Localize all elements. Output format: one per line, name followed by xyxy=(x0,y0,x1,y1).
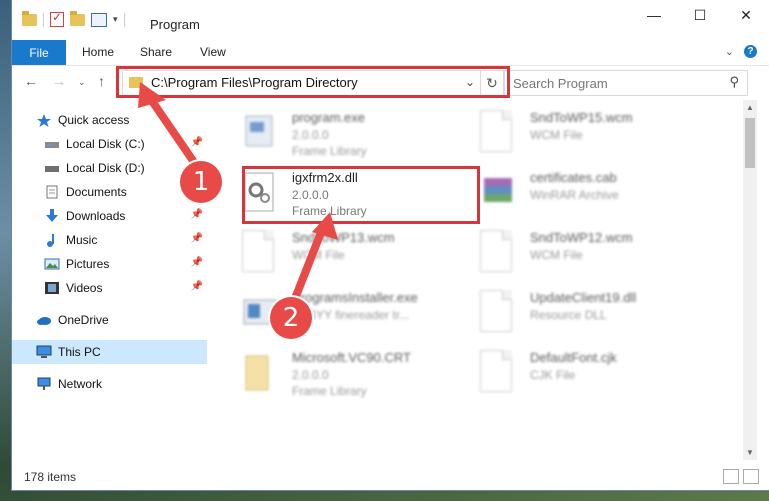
toolbar-separator xyxy=(43,12,44,27)
sidebar-item-pictures[interactable]: Pictures 📌 xyxy=(12,252,207,276)
step-one-badge: 1 xyxy=(180,161,222,203)
file-item[interactable]: SndToWP13.wcm WCM File xyxy=(238,224,473,282)
document-icon xyxy=(480,290,516,334)
document-icon xyxy=(242,230,278,274)
properties-check-icon[interactable] xyxy=(50,10,64,27)
sidebar-item-this-pc[interactable]: This PC xyxy=(12,340,207,364)
search-icon[interactable]: ⚲ xyxy=(729,74,739,90)
new-folder-icon[interactable] xyxy=(70,10,85,26)
scroll-thumb[interactable] xyxy=(745,118,755,168)
document-icon xyxy=(480,110,516,154)
file-item[interactable]: UpdateClient19.dll Resource DLL xyxy=(476,284,711,342)
sidebar-item-downloads[interactable]: Downloads 📌 xyxy=(12,204,207,228)
sidebar-item-music[interactable]: Music 📌 xyxy=(12,228,207,252)
recent-chevron-icon[interactable]: ⌄ xyxy=(78,77,86,88)
file-item[interactable]: certificates.cab WinRAR Archive xyxy=(476,164,711,222)
toolbar-separator xyxy=(123,12,125,27)
back-arrow-icon[interactable]: ← xyxy=(24,73,38,89)
pin-icon[interactable]: 📌 xyxy=(191,257,203,268)
sidebar-item-network[interactable]: Network xyxy=(12,372,207,396)
step-two-badge: 2 xyxy=(270,297,312,339)
star-icon xyxy=(36,113,52,127)
chevron-down-icon[interactable]: ▾ xyxy=(113,14,118,25)
file-item[interactable]: DefaultFont.cjk CJK File xyxy=(476,344,711,402)
cloud-icon xyxy=(36,313,52,327)
pin-icon[interactable]: 📌 xyxy=(191,137,203,148)
file-list: program.exe 2.0.0.0 Frame Library SndToW… xyxy=(208,100,743,460)
file-item[interactable]: SndToWP12.wcm WCM File xyxy=(476,224,711,282)
pictures-icon xyxy=(44,257,60,271)
ribbon-tabs: File Home Share View ⌄ ? xyxy=(12,40,769,66)
drive-icon xyxy=(44,137,60,151)
forward-arrow-icon[interactable]: → xyxy=(52,73,66,89)
minimize-button[interactable]: — xyxy=(631,0,677,30)
title-bar: ▾ Program — ☐ ✕ xyxy=(12,0,769,38)
drive-icon xyxy=(44,161,60,175)
status-bar: 178 items xyxy=(12,465,769,489)
videos-icon xyxy=(44,281,60,295)
details-view-icon[interactable] xyxy=(723,469,739,484)
sidebar-item-documents[interactable]: Documents 📌 xyxy=(12,180,207,204)
network-icon xyxy=(36,377,52,391)
pin-icon[interactable]: 📌 xyxy=(191,281,203,292)
sidebar-item-videos[interactable]: Videos 📌 xyxy=(12,276,207,300)
window-controls: — ☐ ✕ xyxy=(631,0,769,30)
close-button[interactable]: ✕ xyxy=(723,0,769,30)
document-icon xyxy=(480,230,516,274)
ribbon-right-controls: ⌄ ? xyxy=(725,45,757,58)
file-item[interactable]: program.exe 2.0.0.0 Frame Library xyxy=(238,104,473,162)
folder-icon[interactable] xyxy=(22,10,37,26)
exe-icon xyxy=(242,110,278,154)
download-icon xyxy=(44,209,60,223)
help-icon[interactable]: ? xyxy=(744,45,757,58)
customize-icon[interactable] xyxy=(91,12,107,27)
document-icon xyxy=(480,350,516,394)
maximize-button[interactable]: ☐ xyxy=(677,0,723,30)
chevron-down-icon[interactable]: ⌄ xyxy=(725,45,734,58)
scroll-up-icon[interactable]: ▲ xyxy=(746,103,754,112)
large-icons-view-icon[interactable] xyxy=(743,469,759,484)
item-count: 178 items xyxy=(24,470,77,484)
sidebar-item-onedrive[interactable]: OneDrive xyxy=(12,308,207,332)
window-title: Program xyxy=(150,17,200,32)
music-icon xyxy=(44,233,60,247)
tab-file[interactable]: File xyxy=(12,40,66,65)
up-arrow-icon[interactable]: ↑ xyxy=(98,73,105,89)
tab-view[interactable]: View xyxy=(200,45,226,59)
sidebar-item-local-disk-c[interactable]: Local Disk (C:) 📌 xyxy=(12,132,207,156)
file-highlight-box xyxy=(242,166,480,224)
quick-access-toolbar: ▾ xyxy=(22,10,125,27)
explorer-window: ▾ Program — ☐ ✕ File Home Share View ⌄ ?… xyxy=(12,0,769,490)
scroll-down-icon[interactable]: ▼ xyxy=(746,448,754,457)
tab-home[interactable]: Home xyxy=(82,45,114,59)
folder-icon xyxy=(242,350,278,394)
archive-icon xyxy=(480,170,516,214)
pin-icon[interactable]: 📌 xyxy=(191,209,203,220)
sidebar-item-local-disk-d[interactable]: Local Disk (D:) xyxy=(12,156,207,180)
computer-icon xyxy=(36,345,52,359)
navigation-bar: ← → ⌄ ↑ C:\Program Files\Program Directo… xyxy=(12,66,769,98)
view-toggles xyxy=(723,469,759,484)
sidebar-item-quick-access[interactable]: Quick access xyxy=(12,108,207,132)
file-item[interactable]: Microsoft.VC90.CRT 2.0.0.0 Frame Library xyxy=(238,344,473,402)
address-highlight-box xyxy=(116,66,510,98)
documents-icon xyxy=(44,185,60,199)
pin-icon[interactable]: 📌 xyxy=(191,233,203,244)
file-item[interactable]: SndToWP15.wcm WCM File xyxy=(476,104,711,162)
vertical-scrollbar[interactable]: ▲ ▼ xyxy=(743,100,757,460)
tab-share[interactable]: Share xyxy=(140,45,172,59)
search-box[interactable]: Search Program ⚲ xyxy=(504,70,748,96)
navigation-pane: Quick access Local Disk (C:) 📌 Local Dis… xyxy=(12,100,207,460)
search-input[interactable]: Search Program xyxy=(513,76,608,91)
